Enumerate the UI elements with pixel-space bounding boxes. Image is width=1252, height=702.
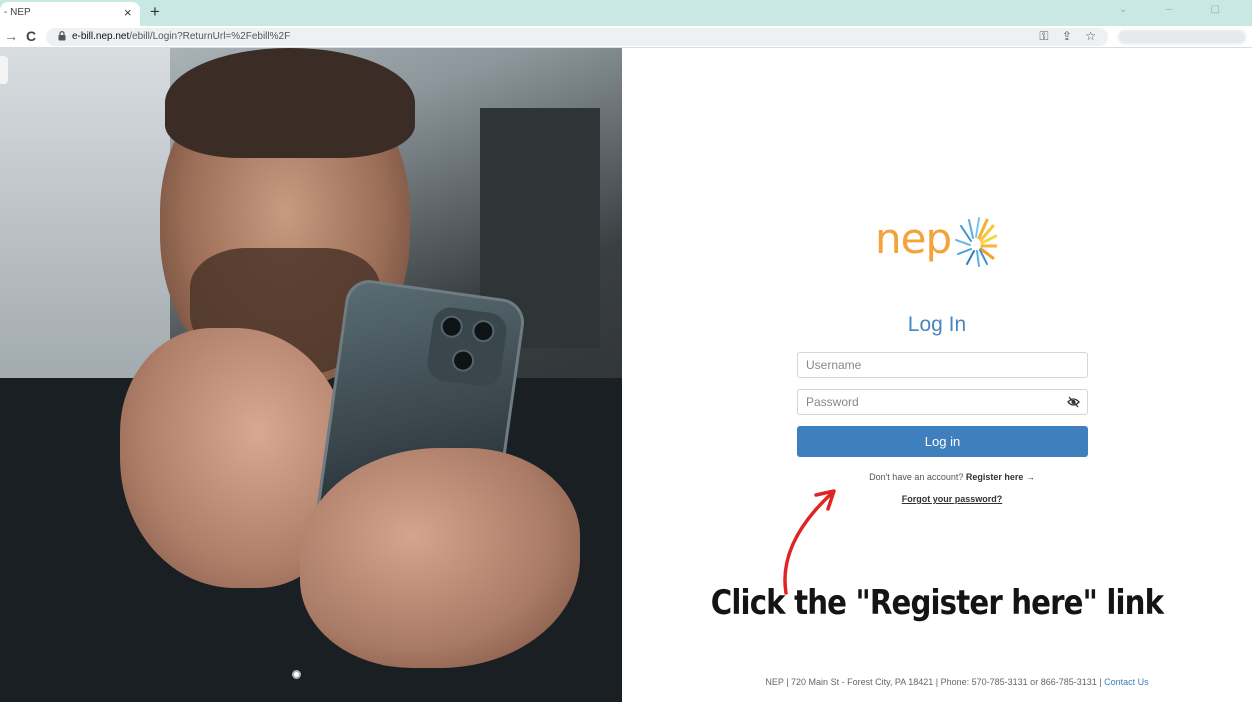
key-icon[interactable]: ⚿ <box>1039 29 1048 43</box>
camera-lens <box>450 348 476 374</box>
eye-slash-icon[interactable] <box>1067 396 1080 408</box>
camera-lens <box>470 318 496 344</box>
url-path: /ebill/Login?ReturnUrl=%2Febill%2F <box>129 31 291 42</box>
register-line: Don't have an account? Register here → <box>622 472 1252 482</box>
login-button[interactable]: Log in <box>797 426 1088 457</box>
logo-text: nep <box>875 214 952 263</box>
hero-right-hand <box>300 448 580 668</box>
footer-address: NEP | 720 Main St - Forest City, PA 1842… <box>765 677 1102 687</box>
forgot-password-link[interactable]: Forgot your password? <box>622 494 1252 504</box>
tab-title: - NEP <box>4 7 31 18</box>
password-input[interactable] <box>797 389 1088 415</box>
profile-chip[interactable] <box>1118 30 1246 44</box>
browser-tab[interactable]: - NEP × <box>0 2 140 26</box>
browser-toolbar: → C e-bill.nep.net/ebill/Login?ReturnUrl… <box>0 26 1252 48</box>
new-tab-icon[interactable]: + <box>150 2 160 22</box>
window-controls[interactable]: ⌄ – ▢ <box>1119 4 1238 15</box>
side-handle[interactable] <box>0 56 8 84</box>
tab-strip: - NEP × + ⌄ – ▢ <box>0 0 1252 26</box>
hero-phone-camera <box>425 305 509 389</box>
star-icon[interactable]: ☆ <box>1085 29 1096 43</box>
address-bar[interactable]: e-bill.nep.net/ebill/Login?ReturnUrl=%2F… <box>46 28 1108 46</box>
share-icon[interactable]: ⇪ <box>1062 29 1072 43</box>
hero-hair <box>165 48 415 158</box>
lock-icon[interactable] <box>58 31 66 41</box>
hero-photo <box>0 48 622 702</box>
url-host: e-bill.nep.net <box>72 31 130 42</box>
tab-close-icon[interactable]: × <box>124 5 132 20</box>
carousel-dot[interactable] <box>292 670 301 679</box>
login-title: Log In <box>907 313 967 336</box>
camera-lens <box>439 314 465 340</box>
footer: NEP | 720 Main St - Forest City, PA 1842… <box>622 677 1252 687</box>
username-input[interactable] <box>797 352 1088 378</box>
reload-icon[interactable]: C <box>26 28 36 44</box>
sun-logo-icon <box>955 217 997 267</box>
instruction-annotation: Click the "Register here" link <box>710 583 1164 623</box>
contact-us-link[interactable]: Contact Us <box>1104 677 1149 687</box>
no-account-text: Don't have an account? <box>869 472 964 482</box>
forward-icon[interactable]: → <box>4 28 18 44</box>
url-text[interactable]: e-bill.nep.net/ebill/Login?ReturnUrl=%2F… <box>72 31 290 42</box>
register-here-link[interactable]: Register here → <box>966 472 1035 482</box>
login-panel: nep Log In Log in <box>622 48 1252 702</box>
